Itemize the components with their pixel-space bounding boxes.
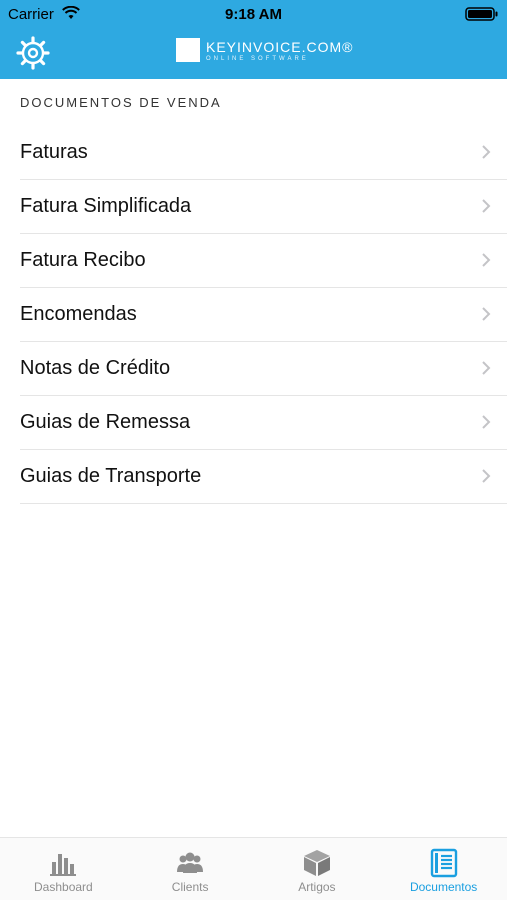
list-item-label: Faturas — [20, 141, 88, 163]
tab-documentos[interactable]: Documentos — [380, 838, 507, 900]
nav-bar: KEYINVOICE.COM® ONLINE SOFTWARE — [0, 28, 507, 79]
tab-label: Clients — [171, 880, 209, 894]
chevron-right-icon — [482, 253, 491, 267]
list-item-notas-de-credito[interactable]: Notas de Crédito — [20, 342, 507, 396]
document-icon — [430, 848, 457, 878]
logo-mark — [176, 38, 200, 62]
list-item-label: Fatura Recibo — [20, 249, 146, 271]
list-item-encomendas[interactable]: Encomendas — [20, 288, 507, 342]
chevron-right-icon — [482, 415, 491, 429]
tab-dashboard[interactable]: Dashboard — [0, 838, 127, 900]
list-item-guias-de-remessa[interactable]: Guias de Remessa — [20, 396, 507, 450]
logo-text: KEYINVOICE.COM® — [206, 39, 354, 55]
chevron-right-icon — [482, 361, 491, 375]
list-item-label: Guias de Transporte — [20, 465, 202, 487]
status-bar: Carrier 9:18 AM — [0, 0, 507, 28]
box-icon — [303, 850, 330, 876]
clock: 9:18 AM — [225, 6, 282, 23]
tab-artigos[interactable]: Artigos — [254, 838, 381, 900]
list-item-label: Guias de Remessa — [20, 411, 191, 433]
list-item-label: Fatura Simplificada — [20, 195, 192, 217]
chevron-right-icon — [482, 469, 491, 483]
section-title: DOCUMENTOS DE VENDA — [20, 95, 222, 110]
list-item-guias-de-transporte[interactable]: Guias de Transporte — [20, 450, 507, 504]
logo-subtitle: ONLINE SOFTWARE — [206, 56, 309, 62]
settings-gear-icon[interactable] — [16, 36, 50, 70]
keyinvoice-logo: KEYINVOICE.COM® ONLINE SOFTWARE — [176, 38, 352, 68]
documents-list: Faturas Fatura Simplificada Fatura Recib… — [20, 126, 507, 504]
tab-bar: Dashboard Clients Artigos Documentos — [0, 837, 507, 900]
tab-clients[interactable]: Clients — [127, 838, 254, 900]
list-item-fatura-simplificada[interactable]: Fatura Simplificada — [20, 180, 507, 234]
tab-label: Dashboard — [34, 880, 93, 894]
list-item-label: Notas de Crédito — [20, 357, 171, 379]
chevron-right-icon — [482, 307, 491, 321]
people-icon — [177, 852, 204, 873]
bar-chart-icon — [50, 854, 77, 876]
list-item-label: Encomendas — [20, 303, 137, 325]
list-item-faturas[interactable]: Faturas — [20, 126, 507, 180]
battery-icon — [465, 7, 498, 21]
chevron-right-icon — [482, 145, 491, 159]
list-item-fatura-recibo[interactable]: Fatura Recibo — [20, 234, 507, 288]
chevron-right-icon — [482, 199, 491, 213]
tab-label: Documentos — [409, 880, 478, 894]
tab-label: Artigos — [298, 880, 336, 894]
